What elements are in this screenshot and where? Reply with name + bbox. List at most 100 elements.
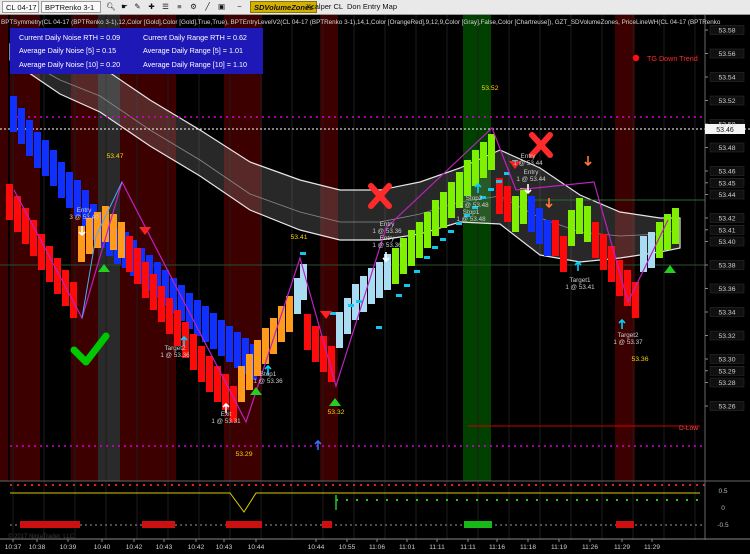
sub-histogram-green [464, 521, 492, 528]
renko-bar [42, 140, 49, 176]
xcalper-button[interactable]: Xcalper CL [306, 1, 343, 13]
drawing-tools-icon[interactable]: ╱ [203, 1, 212, 13]
renko-bar [126, 236, 133, 272]
price-annotation: 53.47 [106, 153, 123, 160]
renko-bar [246, 354, 253, 390]
renko-bar [424, 212, 431, 248]
price-annotation: 53.41 [290, 234, 307, 241]
time-tick-label: 10:43 [216, 544, 233, 551]
period-selector[interactable]: BPTRenko 3-1 [41, 1, 101, 13]
price-tick-label: 53.41 [718, 227, 735, 234]
entry-level-dash [414, 270, 420, 273]
magnifier-icon[interactable]: 🔍︎ [106, 1, 116, 13]
trade-label: Entry [521, 153, 537, 160]
time-tick-label: 11:01 [399, 544, 415, 551]
renko-bar [416, 222, 423, 258]
entry-map-label: Don Entry Map [347, 2, 398, 11]
renko-bar [10, 96, 17, 132]
renko-bar [336, 312, 343, 348]
trade-label: 1 @ 53.37 [613, 339, 643, 346]
time-tick-label: 10:44 [248, 544, 265, 551]
renko-bar [408, 230, 415, 266]
price-annotation: 53.29 [235, 451, 252, 458]
renko-bar [86, 218, 93, 254]
strategy-icon[interactable]: ⚙ [189, 1, 198, 13]
price-tick-label: 53.56 [718, 51, 735, 58]
renko-bar [70, 282, 77, 318]
renko-bar [528, 196, 535, 232]
renko-bar [194, 300, 201, 336]
price-tick-label: 53.48 [718, 145, 735, 152]
renko-bar [234, 332, 241, 368]
pencil-icon[interactable]: ✎ [133, 1, 142, 13]
sdvolumezones-label: SDVolumeZones [254, 3, 314, 12]
time-tick-label: 10:38 [29, 544, 46, 551]
price-chart[interactable]: 53.5853.5653.5453.5253.5053.4853.4653.45… [0, 15, 750, 554]
entry-level-dash [404, 284, 410, 287]
trade-label: Entry [524, 169, 540, 176]
renko-bar [488, 134, 495, 170]
renko-bar [536, 208, 543, 244]
price-tick-label: 53.34 [718, 310, 735, 317]
trade-label: Stop1 [260, 371, 277, 378]
crosshair-icon[interactable]: ✚ [147, 1, 156, 13]
renko-bar [560, 236, 567, 272]
properties-icon[interactable]: ☰ [161, 1, 170, 13]
avg-noise-10-text: Average Daily Noise [10] = 0.20 [19, 60, 121, 69]
renko-bar [544, 220, 551, 256]
sub-histogram-red [322, 521, 332, 528]
renko-bar [158, 286, 165, 322]
renko-bar [286, 296, 293, 332]
entry-level-dash [440, 238, 446, 241]
price-line-tag-label: 53.46 [716, 127, 734, 134]
entry-level-dash [488, 188, 494, 191]
session-zone [0, 15, 8, 481]
renko-bar [520, 188, 527, 224]
renko-bar [568, 210, 575, 246]
trade-label: 1 @ 53.31 [211, 418, 241, 425]
renko-bar [58, 162, 65, 198]
renko-bar [190, 334, 197, 370]
trade-label: Target2 [164, 345, 186, 352]
entry-level-dash [396, 294, 402, 297]
buy-signal-triangle [664, 265, 676, 273]
time-tick-label: 11:11 [429, 544, 445, 551]
avg-range-5-text: Average Daily Range [5] = 1.01 [143, 46, 243, 55]
entry-level-dash [448, 230, 454, 233]
price-tick-label: 53.42 [718, 216, 735, 223]
instrument-selector[interactable]: CL 04-17 [2, 1, 39, 13]
time-tick-label: 11:11 [460, 544, 476, 551]
trade-label: 1 @ 53.36 [372, 228, 402, 235]
avg-range-10-text: Average Daily Range [10] = 1.10 [143, 60, 247, 69]
trade-label: Target2 [617, 332, 639, 339]
period-label: BPTRenko 3-1 [45, 3, 95, 12]
renko-bar [552, 220, 559, 256]
renko-bar [448, 182, 455, 218]
time-tick-label: 11:18 [520, 544, 536, 551]
sub-histogram-red [616, 521, 634, 528]
price-tick-label: 53.28 [718, 380, 735, 387]
trade-label: 3 @ 53.40 [69, 214, 99, 221]
time-tick-label: 11:29 [614, 544, 630, 551]
zoom-out-icon[interactable]: − [235, 1, 244, 13]
entry-level-dash [376, 326, 382, 329]
renko-bar [26, 120, 33, 156]
renko-bar [134, 248, 141, 284]
sub-oscillator-line [10, 492, 700, 513]
snapshot-icon[interactable]: ▣ [217, 1, 226, 13]
renko-bar [640, 236, 647, 272]
price-tick-label: 53.46 [718, 169, 735, 176]
renko-bar [22, 208, 29, 244]
renko-bar [34, 132, 41, 168]
trade-label: Target1 [569, 277, 591, 284]
time-tick-label: 10:43 [156, 544, 173, 551]
trade-label: 1 @ 53.36 [160, 352, 190, 359]
entry-map-button[interactable]: Don Entry Map [347, 1, 397, 13]
entry-level-dash [496, 180, 502, 183]
renko-bar [576, 198, 583, 234]
hand-icon[interactable]: ☛ [120, 1, 129, 13]
entry-level-dash [432, 246, 438, 249]
indicators-icon[interactable]: ≡ [175, 1, 184, 13]
renko-bar [294, 278, 301, 314]
daily-noise-panel: Current Daily Noise RTH = 0.09 Current D… [10, 28, 263, 74]
